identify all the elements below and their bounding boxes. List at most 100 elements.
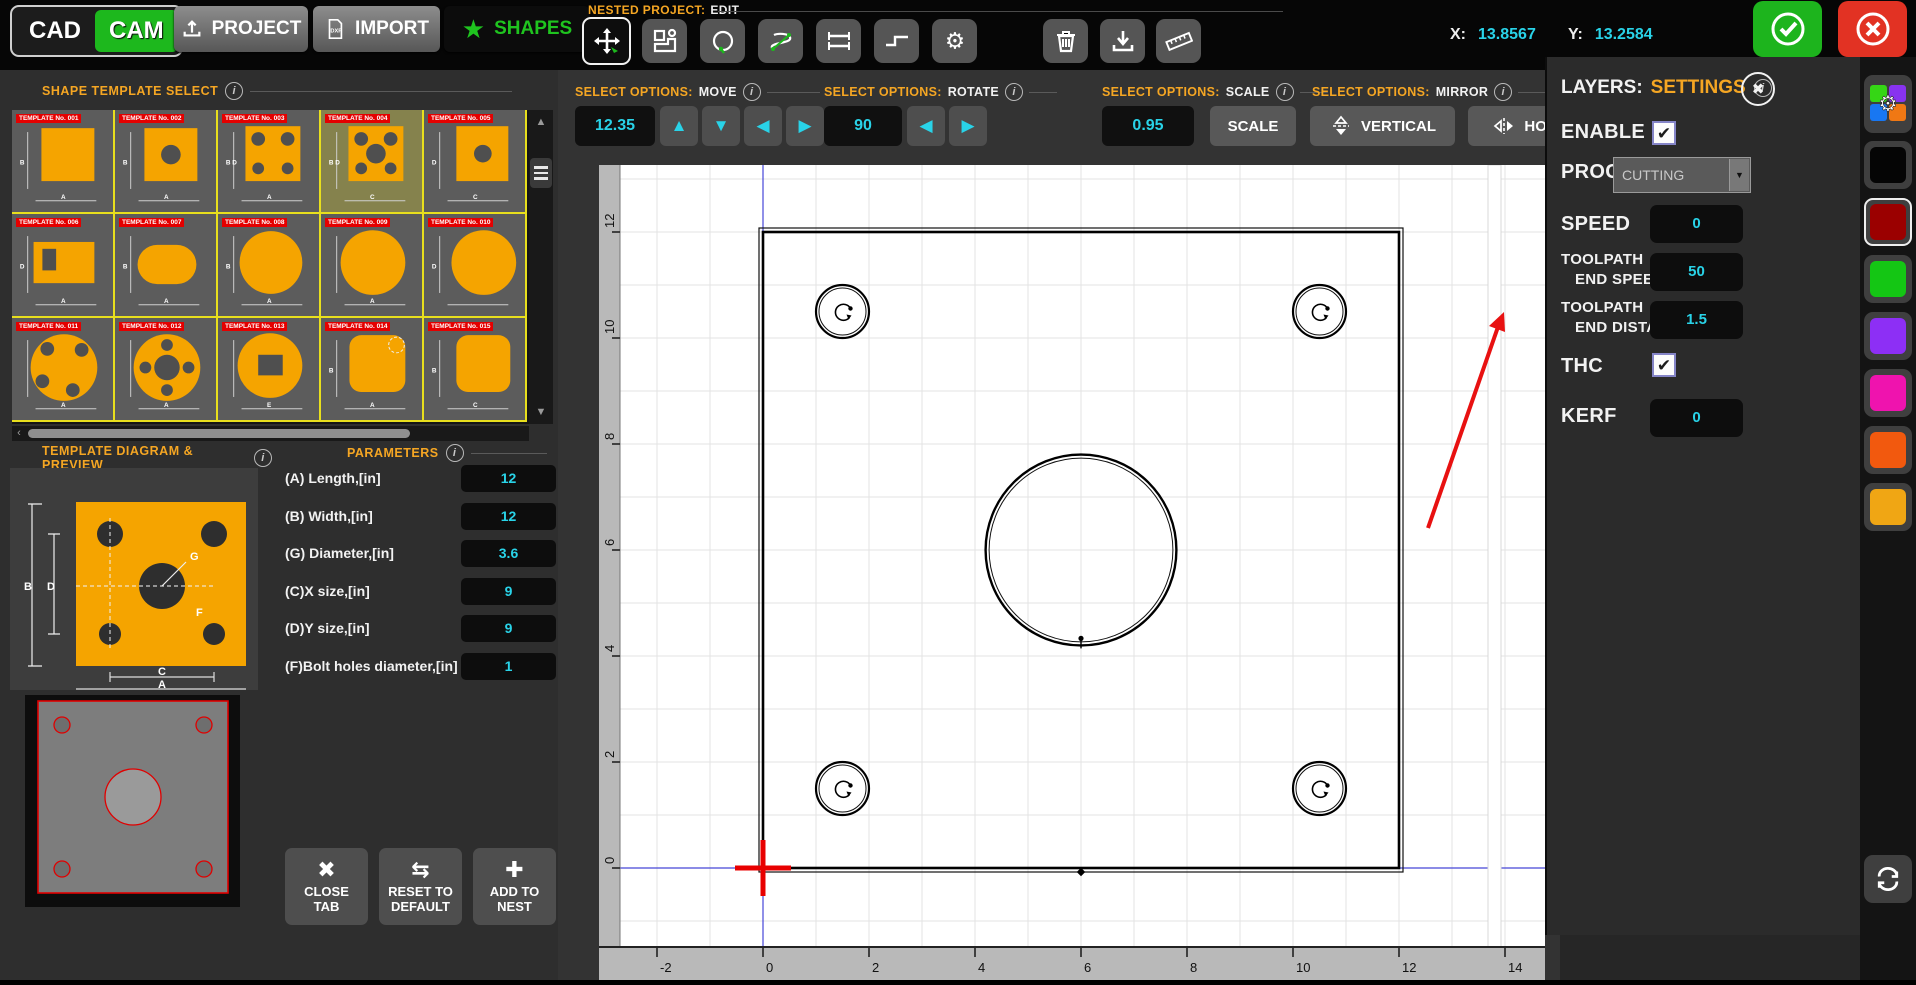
template-item-007[interactable]: BATEMPLATE No. 007 [115, 214, 218, 318]
template-item-006[interactable]: DATEMPLATE No. 006 [12, 214, 115, 318]
move-down-button[interactable]: ▼ [702, 106, 740, 146]
template-number-badge: TEMPLATE No. 003 [222, 114, 287, 123]
cycle-layers-button[interactable] [1864, 855, 1912, 903]
template-grid-vertical-scrollbar[interactable]: ▲ ▼ [529, 110, 553, 424]
speed-input[interactable]: 0 [1650, 205, 1743, 243]
template-item-003[interactable]: B DATEMPLATE No. 003 [218, 110, 321, 214]
template-item-010[interactable]: DTEMPLATE No. 010 [424, 214, 527, 318]
move-tool-button[interactable] [582, 17, 631, 65]
swatch-amber[interactable] [1864, 483, 1912, 531]
move-step-input[interactable]: 12.35 [575, 106, 655, 146]
parameter-input[interactable]: 12 [461, 503, 556, 530]
shapes-button[interactable]: ★ SHAPES [444, 6, 590, 52]
cad-mode-button[interactable]: CAD [15, 10, 95, 52]
svg-text:10: 10 [1296, 960, 1310, 975]
kerf-input[interactable]: 0 [1650, 399, 1743, 437]
layer-palette-button[interactable]: ⚙ [1864, 75, 1912, 133]
svg-text:D: D [432, 263, 437, 270]
confirm-button[interactable] [1753, 1, 1822, 57]
nest-icon [651, 27, 679, 55]
template-item-001[interactable]: BATEMPLATE No. 001 [12, 110, 115, 214]
scrollbar-thumb[interactable] [28, 429, 410, 438]
swatch-dark-red[interactable] [1864, 198, 1912, 246]
cancel-button[interactable] [1838, 1, 1907, 57]
swatch-magenta[interactable] [1864, 369, 1912, 417]
parameter-input[interactable]: 9 [461, 578, 556, 605]
chevron-down-icon[interactable]: ▼ [1729, 159, 1749, 191]
swatch-black[interactable] [1864, 141, 1912, 189]
scroll-up-icon[interactable]: ▲ [529, 116, 553, 128]
scroll-down-icon[interactable]: ▼ [529, 406, 553, 418]
info-icon[interactable]: i [254, 449, 272, 467]
step-tool-button[interactable] [874, 19, 919, 63]
svg-text:A: A [164, 194, 169, 201]
color-chip [1870, 375, 1906, 411]
template-item-011[interactable]: ATEMPLATE No. 011 [12, 318, 115, 422]
rotate-angle-input[interactable]: 90 [824, 106, 902, 146]
info-icon[interactable]: i [1276, 83, 1294, 101]
reset-default-button[interactable]: ⇆RESET TODEFAULT [379, 848, 462, 925]
svg-text:G: G [190, 551, 199, 563]
mirror-vertical-button[interactable]: VERTICAL [1310, 106, 1455, 146]
template-item-015[interactable]: BCTEMPLATE No. 015 [424, 318, 527, 422]
info-icon[interactable]: i [1494, 83, 1512, 101]
mirror-horizontal-button[interactable]: HORIZONTAL [1468, 106, 1545, 146]
menu-icon[interactable] [530, 158, 552, 188]
scale-apply-button[interactable]: SCALE [1210, 106, 1296, 146]
close-tab-button[interactable]: ✖CLOSETAB [285, 848, 368, 925]
rotate-cw-button[interactable]: ▶ [949, 106, 987, 146]
project-button[interactable]: PROJECT [174, 6, 308, 52]
nest-tool-button[interactable] [642, 19, 687, 63]
process-select[interactable]: CUTTING ▼ [1613, 157, 1751, 193]
drawing-canvas[interactable]: -202468101214024681012 [558, 165, 1560, 980]
template-grid-horizontal-scrollbar[interactable]: ‹ [12, 426, 529, 441]
parameter-input[interactable]: 3.6 [461, 540, 556, 567]
project-label: PROJECT [212, 18, 302, 40]
svg-text:A: A [61, 298, 66, 305]
scroll-left-icon[interactable]: ‹ [12, 427, 26, 439]
close-panel-button[interactable]: ✖ [1741, 72, 1775, 106]
rotate-ccw-button[interactable]: ◀ [907, 106, 945, 146]
swatch-orange[interactable] [1864, 426, 1912, 474]
template-item-013[interactable]: ETEMPLATE No. 013 [218, 318, 321, 422]
info-icon[interactable]: i [743, 83, 761, 101]
template-item-005[interactable]: DCTEMPLATE No. 005 [424, 110, 527, 214]
sequence-tool-button[interactable] [758, 19, 803, 63]
move-up-button[interactable]: ▲ [660, 106, 698, 146]
cam-mode-button[interactable]: CAM [95, 10, 178, 52]
spacing-tool-button[interactable] [816, 19, 861, 63]
template-item-002[interactable]: BATEMPLATE No. 002 [115, 110, 218, 214]
import-button[interactable]: DXF IMPORT [313, 6, 440, 52]
delete-tool-button[interactable] [1043, 19, 1088, 63]
enable-checkbox[interactable]: ✔ [1652, 121, 1676, 145]
template-number-badge: TEMPLATE No. 011 [16, 322, 81, 331]
parameter-input[interactable]: 1 [461, 653, 556, 680]
scale-factor-input[interactable]: 0.95 [1102, 106, 1194, 146]
move-left-button[interactable]: ◀ [744, 106, 782, 146]
template-item-014[interactable]: BATEMPLATE No. 014 [321, 318, 424, 422]
info-icon[interactable]: i [225, 82, 243, 100]
settings-tool-button[interactable]: ⚙ [932, 19, 977, 63]
swatch-green[interactable] [1864, 255, 1912, 303]
close-icon: ✖ [317, 860, 335, 880]
info-icon[interactable]: i [446, 444, 464, 462]
add-to-nest-button[interactable]: ✚ADD TONEST [473, 848, 556, 925]
template-item-004[interactable]: B DCTEMPLATE No. 004 [321, 110, 424, 214]
export-tool-button[interactable] [1100, 19, 1145, 63]
svg-text:C: C [473, 194, 478, 201]
toolpath-end-distance-input[interactable]: 1.5 [1650, 301, 1743, 339]
parameter-input[interactable]: 12 [461, 465, 556, 492]
shape-template-select-header: SHAPE TEMPLATE SELECTi [42, 82, 512, 100]
swatch-purple[interactable] [1864, 312, 1912, 360]
template-item-012[interactable]: ATEMPLATE No. 012 [115, 318, 218, 422]
thc-checkbox[interactable]: ✔ [1652, 353, 1676, 377]
rotate-tool-button[interactable] [700, 19, 745, 63]
measure-tool-button[interactable] [1156, 19, 1201, 63]
move-right-button[interactable]: ▶ [786, 106, 824, 146]
parameter-input[interactable]: 9 [461, 615, 556, 642]
info-icon[interactable]: i [1005, 83, 1023, 101]
template-item-008[interactable]: BATEMPLATE No. 008 [218, 214, 321, 318]
svg-text:B: B [123, 159, 128, 166]
template-item-009[interactable]: ATEMPLATE No. 009 [321, 214, 424, 318]
toolpath-end-speed-input[interactable]: 50 [1650, 253, 1743, 291]
